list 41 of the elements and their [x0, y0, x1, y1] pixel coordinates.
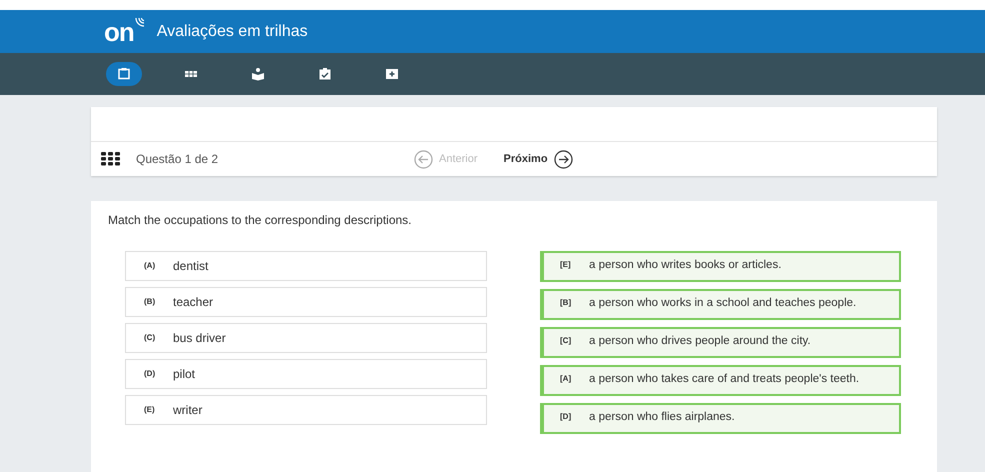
match-letter: [C]: [559, 335, 572, 345]
signal-icon: [134, 16, 145, 26]
checked-clipboard-icon: [318, 67, 332, 81]
clipboard-icon: [117, 67, 131, 81]
item-letter: (B): [143, 296, 156, 306]
question-grid-icon[interactable]: [101, 152, 121, 166]
match-letter: [A]: [559, 373, 572, 383]
description-card[interactable]: [D] a person who flies airplanes.: [540, 403, 901, 434]
item-letter: (A): [143, 260, 156, 270]
app-title: Avaliações em trilhas: [156, 22, 308, 40]
item-text: teacher: [173, 295, 214, 309]
answer-item[interactable]: (B) teacher: [125, 287, 487, 317]
match-letter: [D]: [559, 411, 572, 421]
next-button[interactable]: Próximo: [504, 150, 573, 168]
description-card[interactable]: [E] a person who writes books or articles.: [540, 251, 901, 282]
answer-item[interactable]: (D) pilot: [125, 359, 487, 389]
answer-item[interactable]: (A) dentist: [125, 251, 487, 281]
description-text: a person who flies airplanes.: [589, 411, 735, 424]
description-text: a person who takes care of and treats people's teeth.: [589, 373, 860, 386]
item-letter: (C): [143, 332, 156, 342]
question-prompt: Match the occupations to the corresponding descriptions.: [108, 213, 413, 227]
item-letter: (D): [143, 368, 156, 378]
app-logo: on: [104, 18, 134, 44]
description-card[interactable]: [C] a person who drives people around the city.: [540, 327, 901, 358]
question-counter: Questão 1 de 2: [136, 152, 220, 166]
match-letter: [E]: [559, 259, 572, 269]
item-text: writer: [173, 403, 202, 417]
description-card[interactable]: [B] a person who works in a school and teaches people.: [540, 289, 901, 320]
answer-item[interactable]: (C) bus driver: [125, 323, 487, 353]
answer-item[interactable]: (E) writer: [125, 395, 487, 425]
description-card[interactable]: [A] a person who takes care of and treats people's teeth.: [540, 365, 901, 396]
item-letter: (E): [143, 404, 156, 414]
add-icon: [385, 67, 399, 81]
description-text: a person who writes books or articles.: [589, 259, 782, 272]
match-letter: [B]: [559, 297, 572, 307]
item-text: bus driver: [173, 331, 226, 345]
description-text: a person who drives people around the city.: [589, 335, 811, 348]
item-text: pilot: [173, 367, 196, 381]
reader-icon: [251, 67, 265, 81]
item-text: dentist: [173, 259, 208, 273]
description-text: a person who works in a school and teaches people.: [589, 297, 856, 310]
